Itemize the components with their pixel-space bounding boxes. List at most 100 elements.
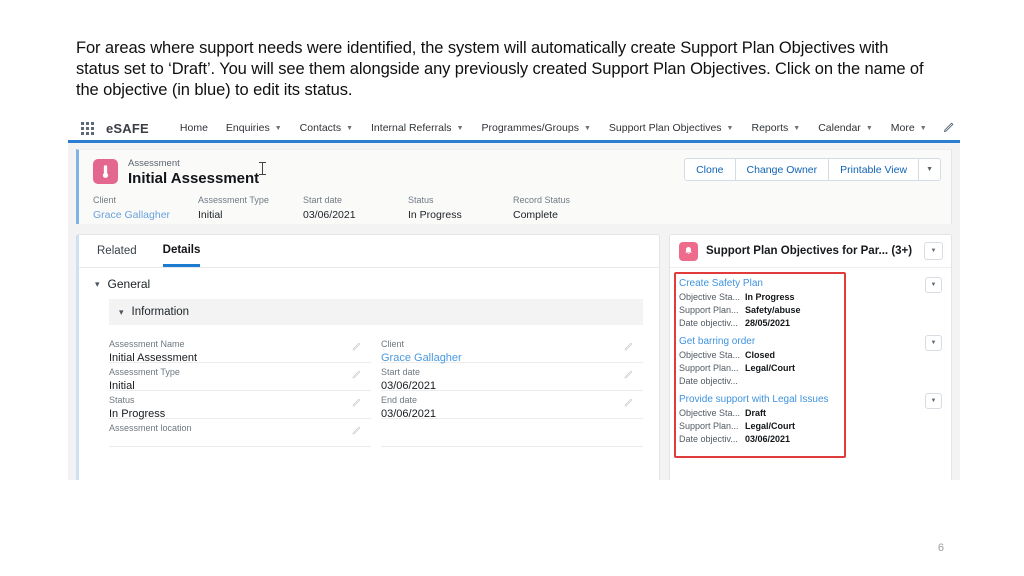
detail-field-assessment-name: Assessment Name Initial Assessment (109, 335, 371, 364)
nav-item-contacts[interactable]: Contacts ▼ (291, 116, 362, 140)
detail-field-status: Status In Progress (109, 391, 371, 420)
nav-item-label: Contacts (299, 122, 342, 134)
nav-item-calendar[interactable]: Calendar ▼ (809, 116, 882, 140)
edit-pencil-icon[interactable] (351, 339, 361, 357)
global-navigation-bar: eSAFE Home Enquiries ▼ Contacts ▼ Internal Re… (68, 116, 960, 143)
nav-items: Home Enquiries ▼ Contacts ▼ Internal Referral… (171, 116, 936, 140)
record-action-buttons: Clone Change Owner Printable View ▼ (684, 158, 941, 181)
nav-item-enquiries[interactable]: Enquiries ▼ (217, 116, 291, 140)
clone-button[interactable]: Clone (685, 159, 736, 180)
edit-pencil-icon[interactable] (351, 395, 361, 413)
app-launcher-icon[interactable] (81, 121, 94, 135)
nav-item-support-plan-objectives[interactable]: Support Plan Objectives ▼ (600, 116, 743, 140)
record-field-label: Client (93, 195, 117, 205)
detail-field-label: Assessment Type (109, 367, 180, 377)
objective-field-value: 28/05/2021 (745, 318, 791, 328)
objective-field-key: Date objectiv... (679, 376, 738, 386)
record-header: Assessment Initial Assessment Clone Chang… (76, 149, 952, 224)
objective-field-key: Date objectiv... (679, 434, 738, 444)
nav-item-more[interactable]: More ▼ (882, 116, 936, 140)
chevron-down-icon: ▾ (95, 278, 100, 289)
objective-row-menu-button[interactable]: ▼ (925, 277, 942, 293)
objective-field-row: Objective Sta... In Progress (679, 291, 951, 304)
objectives-panel-menu-button[interactable]: ▼ (924, 242, 943, 260)
objective-row-menu-button[interactable]: ▼ (925, 335, 942, 351)
record-highlight-fields: Client Grace Gallagher Assessment Type Init… (79, 190, 951, 222)
objective-field-value: Draft (745, 408, 767, 418)
record-field-client: Client Grace Gallagher (93, 195, 198, 222)
objective-name-link[interactable]: Provide support with Legal Issues (679, 393, 951, 406)
objective-field-row: Objective Sta... Draft (679, 407, 951, 420)
edit-pencil-icon[interactable] (623, 395, 633, 413)
objective-field-value: Legal/Court (745, 421, 796, 431)
objective-row-menu-button[interactable]: ▼ (925, 393, 942, 409)
record-body: Related Details ▾ General ▾ Information A… (68, 224, 960, 480)
detail-field-empty (381, 419, 643, 447)
detail-field-client: Client Grace Gallagher (381, 335, 643, 364)
objective-field-key: Support Plan... (679, 421, 739, 431)
nav-item-label: Enquiries (225, 122, 270, 134)
record-header-wrap: Assessment Initial Assessment Clone Chang… (68, 143, 960, 224)
details-left-column: Assessment Name Initial Assessment Assessm… (109, 335, 371, 447)
objective-field-key: Support Plan... (679, 363, 739, 373)
section-general[interactable]: ▾ General (79, 268, 659, 297)
detail-field-label: Assessment location (109, 423, 192, 433)
objective-field-row: Support Plan... Legal/Court (679, 362, 951, 375)
record-field-value: Initial (198, 208, 223, 221)
record-field-value: Complete (513, 208, 558, 221)
edit-pencil-icon[interactable] (351, 423, 361, 441)
detail-field-label: Client (381, 339, 405, 349)
record-field-label: Assessment Type (198, 195, 269, 205)
tab-details[interactable]: Details (162, 236, 201, 267)
objective-field-row: Support Plan... Safety/abuse (679, 304, 951, 317)
nav-item-internal-referrals[interactable]: Internal Referrals ▼ (362, 116, 472, 140)
detail-field-label: Assessment Name (109, 339, 185, 349)
nav-item-reports[interactable]: Reports ▼ (742, 116, 809, 140)
app-name-label: eSAFE (106, 120, 149, 136)
change-owner-button[interactable]: Change Owner (736, 159, 830, 180)
nav-item-label: Reports (751, 122, 789, 134)
record-field-value: In Progress (408, 208, 462, 221)
text-cursor-icon (259, 162, 266, 175)
nav-item-programmes-groups[interactable]: Programmes/Groups ▼ (473, 116, 600, 140)
objective-field-value: In Progress (745, 292, 795, 302)
objective-field-row: Date objectiv... 03/06/2021 (679, 433, 951, 446)
objectives-panel-header: Support Plan Objectives for Par... (3+) … (670, 235, 951, 268)
page-number: 6 (937, 542, 944, 554)
chevron-down-icon: ▼ (346, 124, 354, 132)
salesforce-screenshot: eSAFE Home Enquiries ▼ Contacts ▼ Internal Re… (68, 116, 960, 480)
record-field-value[interactable]: Grace Gallagher (93, 209, 198, 223)
record-field-start-date: Start date 03/06/2021 (303, 195, 408, 222)
edit-pencil-icon[interactable] (623, 367, 633, 385)
record-field-label: Record Status (513, 195, 571, 205)
edit-pencil-icon[interactable] (942, 122, 954, 134)
more-actions-button[interactable]: ▼ (919, 159, 940, 180)
nav-item-home[interactable]: Home (171, 116, 217, 140)
objective-card: Get barring order Objective Sta... Closed S… (670, 332, 951, 390)
subsection-information[interactable]: ▾ Information (109, 299, 643, 325)
objective-name-link[interactable]: Get barring order (679, 335, 951, 348)
objective-field-row: Support Plan... Legal/Court (679, 420, 951, 433)
chevron-down-icon: ▼ (793, 124, 801, 132)
edit-pencil-icon[interactable] (623, 339, 633, 357)
detail-field-assessment-location: Assessment location (109, 419, 371, 447)
objective-field-key: Objective Sta... (679, 292, 741, 302)
detail-field-label: End date (381, 395, 418, 405)
objective-field-key: Objective Sta... (679, 350, 741, 360)
objective-name-link[interactable]: Create Safety Plan (679, 277, 951, 290)
chevron-down-icon: ▾ (119, 306, 124, 317)
record-title: Initial Assessment (128, 169, 260, 187)
chevron-down-icon: ▼ (726, 124, 734, 132)
objectives-panel-title: Support Plan Objectives for Par... (3+) (706, 245, 913, 257)
nav-item-label: Calendar (818, 122, 861, 134)
details-right-column: Client Grace Gallagher Start date 03/06/202… (381, 335, 643, 447)
details-panel: Related Details ▾ General ▾ Information A… (76, 234, 660, 480)
edit-pencil-icon[interactable] (351, 367, 361, 385)
section-general-label: General (107, 277, 151, 291)
printable-view-button[interactable]: Printable View (829, 159, 920, 180)
slide-instruction-text: For areas where support needs were ident… (76, 39, 924, 99)
nav-item-label: More (890, 122, 915, 134)
thermometer-icon (93, 159, 118, 184)
tab-related[interactable]: Related (97, 236, 137, 267)
objective-field-value: Closed (745, 350, 776, 360)
